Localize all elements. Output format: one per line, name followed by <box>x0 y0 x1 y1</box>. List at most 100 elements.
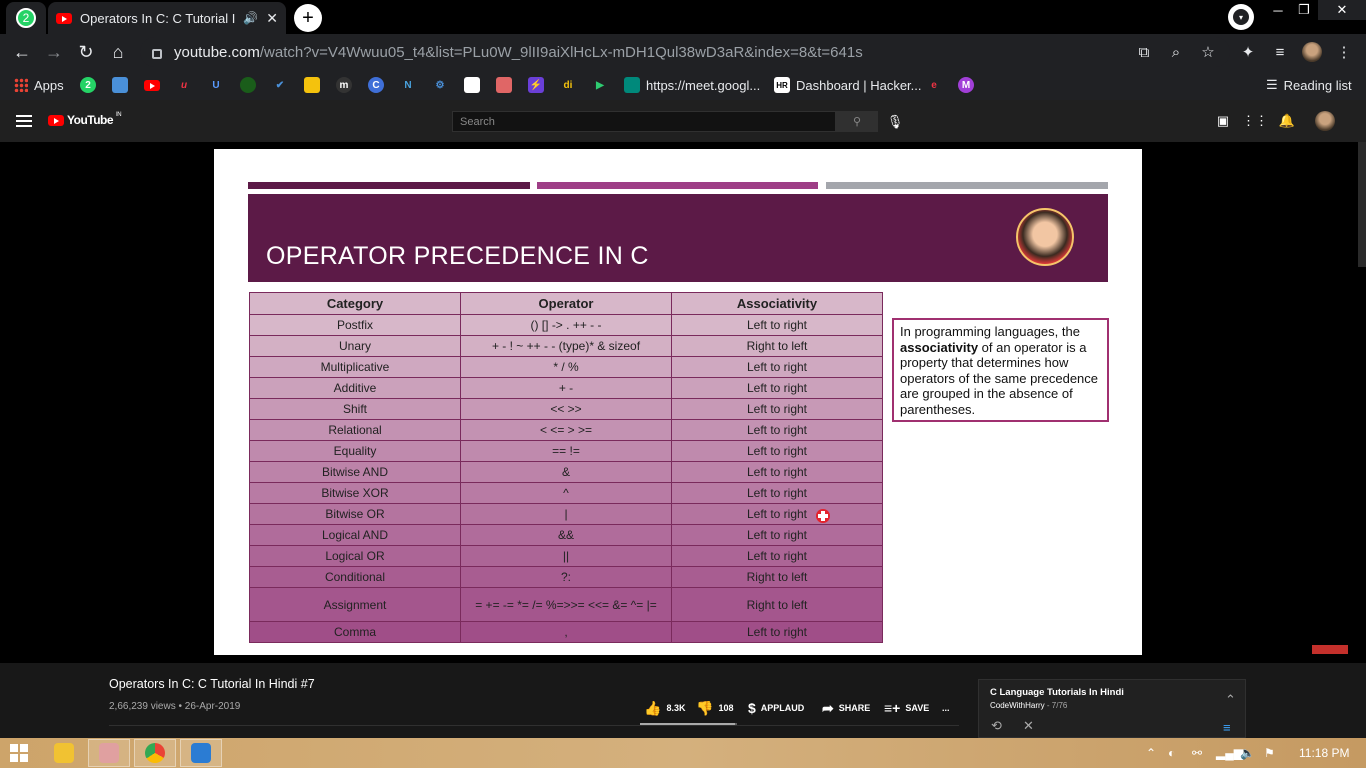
table-row: Multiplicative * / % Left to right <box>249 356 883 378</box>
tray-expand-icon[interactable]: ⌃ <box>1146 746 1156 760</box>
bookmark-apps[interactable]: Apps <box>14 75 64 95</box>
reload-icon[interactable]: ↻ <box>74 40 98 64</box>
open-in-app-icon[interactable]: ⧉ <box>1134 42 1154 62</box>
playlist-queue-icon[interactable]: ≡ <box>1223 720 1231 735</box>
video-meta: 2,66,239 views • 26-Apr-2019 <box>109 701 241 712</box>
taskbar-explorer[interactable] <box>43 739 85 767</box>
thumbs-up-icon: 👍 <box>644 699 662 716</box>
taskbar-chrome[interactable] <box>134 739 176 767</box>
search-input[interactable]: Search <box>452 111 836 132</box>
associativity-cell: Left to right <box>671 419 883 441</box>
share-button[interactable]: ➦ SHARE <box>822 700 870 716</box>
bookmark-8[interactable]: C <box>368 75 384 95</box>
bookmark-15[interactable]: ▶ <box>592 75 608 95</box>
lock-icon[interactable] <box>152 49 162 59</box>
chevron-up-icon[interactable]: ⌃ <box>1225 692 1236 708</box>
applaud-icon: $ <box>748 700 756 716</box>
forward-icon[interactable]: → <box>42 40 66 64</box>
taskbar-app-1[interactable] <box>88 739 130 767</box>
taskbar-vscode[interactable] <box>180 739 222 767</box>
loop-icon[interactable]: ⟲ <box>991 718 1002 734</box>
bookmark-5[interactable]: ✔ <box>272 75 288 95</box>
home-icon[interactable]: ⌂ <box>106 40 130 64</box>
taskbar-clock[interactable]: 11:18 PM <box>1299 746 1349 760</box>
bookmark-icon <box>240 77 256 93</box>
menu-icon[interactable] <box>16 115 32 127</box>
associativity-cell: Right to left <box>671 335 883 357</box>
signal-icon[interactable]: ▂▄▆ <box>1216 746 1243 760</box>
bookmark-12[interactable] <box>496 75 512 95</box>
chrome-icon <box>145 743 165 763</box>
bookmark-star-icon[interactable]: ☆ <box>1198 42 1218 62</box>
bookmark-9[interactable]: N <box>400 75 416 95</box>
tray-app-icon[interactable]: ◐ <box>1168 746 1175 760</box>
playlist-title: C Language Tutorials In Hindi <box>990 687 1124 698</box>
table-header-row: Category Operator Associativity <box>249 292 883 315</box>
like-button[interactable]: 👍 8.3K <box>644 700 685 716</box>
operator-cell: + - ! ~ ++ - - (type)* & sizeof <box>460 335 672 357</box>
back-icon[interactable]: ← <box>10 40 34 64</box>
associativity-cell: Left to right <box>671 545 883 567</box>
bookmark-10[interactable]: ⚙ <box>432 75 448 95</box>
bookmark-2[interactable]: u <box>176 75 192 95</box>
notification-flag-icon[interactable]: ⚑ <box>1264 746 1275 760</box>
zoom-icon[interactable]: ⌕ <box>1166 42 1186 62</box>
bookmark-meet-label: https://meet.googl... <box>646 77 761 93</box>
youtube-logo[interactable]: YouTube IN <box>48 112 122 127</box>
bookmark-13[interactable]: ⚡ <box>528 75 544 95</box>
bookmark-17[interactable]: M <box>958 75 974 95</box>
media-control-icon[interactable]: ≡ <box>1270 42 1290 62</box>
search-button[interactable]: ⚲ <box>836 111 878 132</box>
tab-search-button[interactable]: ▾ <box>1228 4 1254 30</box>
page-scrollbar[interactable] <box>1358 142 1366 267</box>
dislike-button[interactable]: 👎 108 <box>696 700 733 716</box>
shuffle-icon[interactable]: ✕ <box>1023 718 1034 734</box>
restore-icon[interactable]: ❐ <box>1290 0 1318 20</box>
network-icon[interactable]: ⚯ <box>1192 746 1202 760</box>
notifications-bell-icon[interactable]: 🔔 <box>1278 112 1296 130</box>
create-video-icon[interactable]: ▣ <box>1214 112 1232 130</box>
bookmark-1[interactable] <box>112 75 128 95</box>
close-tab-icon[interactable]: ✕ <box>266 10 278 27</box>
account-avatar[interactable] <box>1315 111 1335 131</box>
bookmark-11[interactable] <box>464 75 480 95</box>
bookmark-7[interactable]: m <box>336 75 352 95</box>
save-button[interactable]: ≡+ SAVE <box>884 700 929 716</box>
apps-grid-icon <box>14 78 28 92</box>
category-cell: Logical AND <box>249 524 461 546</box>
subscribe-watermark[interactable] <box>1312 645 1348 654</box>
windows-start-icon[interactable] <box>10 744 28 762</box>
address-bar[interactable]: youtube.com/watch?v=V4Wwuu05_t4&list=PLu… <box>140 37 1230 67</box>
bookmark-14[interactable]: di <box>560 75 576 95</box>
new-tab-button[interactable]: + <box>294 4 322 32</box>
bookmark-4[interactable] <box>240 75 256 95</box>
playlist-panel[interactable]: C Language Tutorials In Hindi CodeWithHa… <box>978 679 1246 738</box>
bookmark-meet[interactable]: https://meet.googl... <box>624 75 760 95</box>
applaud-button[interactable]: $ APPLAUD <box>748 700 804 716</box>
bookmark-youtube[interactable] <box>144 75 160 95</box>
speaker-icon[interactable]: 🔊 <box>243 11 258 25</box>
associativity-cell: Right to left <box>671 566 883 588</box>
tab-whatsapp[interactable]: 2 <box>6 2 46 34</box>
close-window-icon[interactable]: ✕ <box>1318 0 1366 20</box>
mic-icon[interactable]: 🎙 <box>886 111 904 132</box>
operator-cell: | <box>460 503 672 525</box>
extensions-icon[interactable]: ✦ <box>1238 42 1258 62</box>
region-code: IN <box>116 112 122 118</box>
menu-kebab-icon[interactable]: ⋮ <box>1334 42 1354 62</box>
volume-icon[interactable]: 🔈 <box>1240 746 1255 760</box>
bookmark-whatsapp[interactable]: 2 <box>80 75 96 95</box>
bookmark-6[interactable] <box>304 75 320 95</box>
bookmark-icon: di <box>563 79 573 91</box>
bookmark-hackerrank[interactable]: HR Dashboard | Hacker... <box>774 75 922 95</box>
profile-avatar[interactable] <box>1302 42 1322 62</box>
category-cell: Postfix <box>249 314 461 336</box>
tab-youtube-active[interactable]: Operators In C: C Tutorial In Hindi #7 🔊… <box>48 2 286 34</box>
reading-list-button[interactable]: ☰ Reading list <box>1266 75 1352 95</box>
more-actions-button[interactable]: ... <box>942 700 950 716</box>
bookmark-3[interactable]: U <box>208 75 224 95</box>
apps-icon[interactable]: ⋮⋮ <box>1242 112 1268 130</box>
bookmark-16[interactable]: e <box>926 75 942 95</box>
video-player[interactable]: OPERATOR PRECEDENCE IN C Category Operat… <box>0 142 1366 663</box>
minimize-icon[interactable]: ─ <box>1264 0 1292 20</box>
